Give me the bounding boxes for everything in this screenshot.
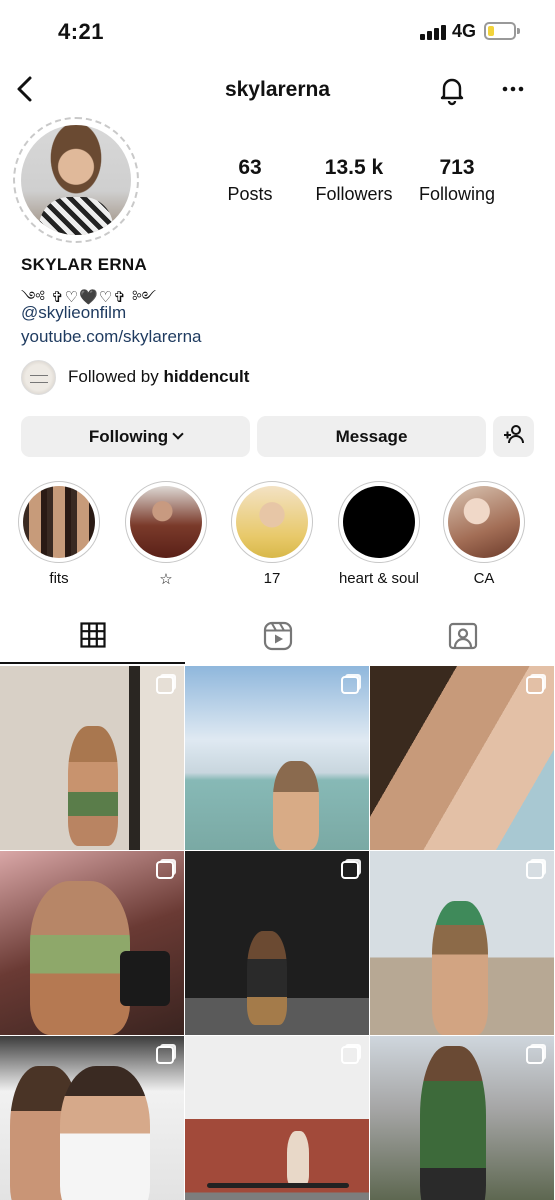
posts-label: Posts <box>227 184 273 204</box>
followers-count: 13.5 k <box>324 156 384 179</box>
tab-tagged[interactable] <box>370 612 555 664</box>
followers-label: Followers <box>315 184 393 204</box>
multiple-posts-icon <box>341 676 359 694</box>
followed-by-text: Followed by hiddencult <box>68 367 250 386</box>
message-button-label: Message <box>335 426 408 446</box>
profile-avatar[interactable] <box>13 117 139 243</box>
followed-by-user: hiddencult <box>163 367 250 386</box>
following-label: Following <box>418 184 496 204</box>
status-bar: 4:21 4G <box>0 0 555 62</box>
highlight-cover <box>343 486 415 558</box>
followed-by-row[interactable]: Followed by hiddencult <box>21 359 249 395</box>
signal-icon <box>420 24 446 40</box>
more-options-icon[interactable] <box>498 74 528 104</box>
reel-icon <box>156 1046 174 1064</box>
highlight-cover <box>130 486 202 558</box>
highlight-cover <box>448 486 520 558</box>
multiple-posts-icon <box>341 861 359 879</box>
highlight-label: heart & soul <box>338 570 420 587</box>
grid-icon <box>79 621 106 653</box>
bio-mention-link[interactable]: @skylieonfilm <box>21 303 126 323</box>
home-indicator <box>207 1183 349 1188</box>
notification-bell-icon[interactable] <box>436 74 468 106</box>
posts-grid <box>0 666 555 1200</box>
multiple-posts-icon <box>526 1046 544 1064</box>
profile-header: skylarerna <box>0 62 555 118</box>
highlight-ring <box>443 481 525 563</box>
highlight-ca[interactable]: CA <box>442 481 526 587</box>
post-thumbnail[interactable] <box>185 666 369 850</box>
post-thumbnail[interactable] <box>370 666 554 850</box>
following-button-label: Following <box>88 426 169 446</box>
reels-icon <box>263 621 293 656</box>
post-thumbnail[interactable] <box>0 666 184 850</box>
highlight-label: CA <box>473 570 495 587</box>
network-type: 4G <box>452 21 477 41</box>
avatar-image <box>21 125 131 235</box>
battery-icon <box>484 22 520 40</box>
stat-following[interactable]: 713 Following <box>414 156 500 205</box>
suggest-users-button[interactable] <box>493 416 534 457</box>
highlight-fits[interactable]: fits <box>17 481 101 587</box>
highlight-ring <box>125 481 207 563</box>
following-count: 713 <box>439 156 475 179</box>
highlight-ring <box>18 481 100 563</box>
post-thumbnail[interactable] <box>370 1036 554 1200</box>
highlight-cover <box>23 486 95 558</box>
posts-count: 63 <box>238 156 262 179</box>
multiple-posts-icon <box>156 861 174 879</box>
post-thumbnail[interactable] <box>185 851 369 1035</box>
follower-avatar <box>21 359 56 395</box>
profile-username: skylarerna <box>224 78 331 101</box>
multiple-posts-icon <box>341 1046 359 1064</box>
highlight-ring <box>338 481 420 563</box>
highlight-label: 17 <box>263 570 281 587</box>
post-thumbnail[interactable] <box>185 1036 369 1200</box>
chevron-down-icon <box>172 428 184 440</box>
tab-reels[interactable] <box>185 612 370 664</box>
stat-posts[interactable]: 63 Posts <box>220 156 280 205</box>
following-button[interactable]: Following <box>21 416 250 457</box>
message-button[interactable]: Message <box>257 416 486 457</box>
highlight-label: fits <box>49 570 69 587</box>
stat-followers[interactable]: 13.5 k Followers <box>308 156 400 205</box>
bio-website-link[interactable]: youtube.com/skylarerna <box>21 327 201 347</box>
multiple-posts-icon <box>526 676 544 694</box>
multiple-posts-icon <box>526 861 544 879</box>
highlight-heart-and-soul[interactable]: heart & soul <box>337 481 421 587</box>
tab-posts-grid[interactable] <box>0 612 185 664</box>
multiple-posts-icon <box>156 676 174 694</box>
highlight-17[interactable]: 17 <box>230 481 314 587</box>
profile-tabs <box>0 612 555 664</box>
post-thumbnail[interactable] <box>0 851 184 1035</box>
add-user-icon <box>503 423 525 450</box>
post-thumbnail[interactable] <box>370 851 554 1035</box>
post-thumbnail[interactable] <box>0 1036 184 1200</box>
highlight-star[interactable]: ☆ <box>124 481 208 588</box>
highlight-ring <box>231 481 313 563</box>
highlight-label: ☆ <box>159 571 173 588</box>
status-time: 4:21 <box>58 19 105 44</box>
profile-display-name: SKYLAR ERNA <box>21 255 148 274</box>
tagged-icon <box>448 621 478 656</box>
highlight-cover <box>236 486 308 558</box>
